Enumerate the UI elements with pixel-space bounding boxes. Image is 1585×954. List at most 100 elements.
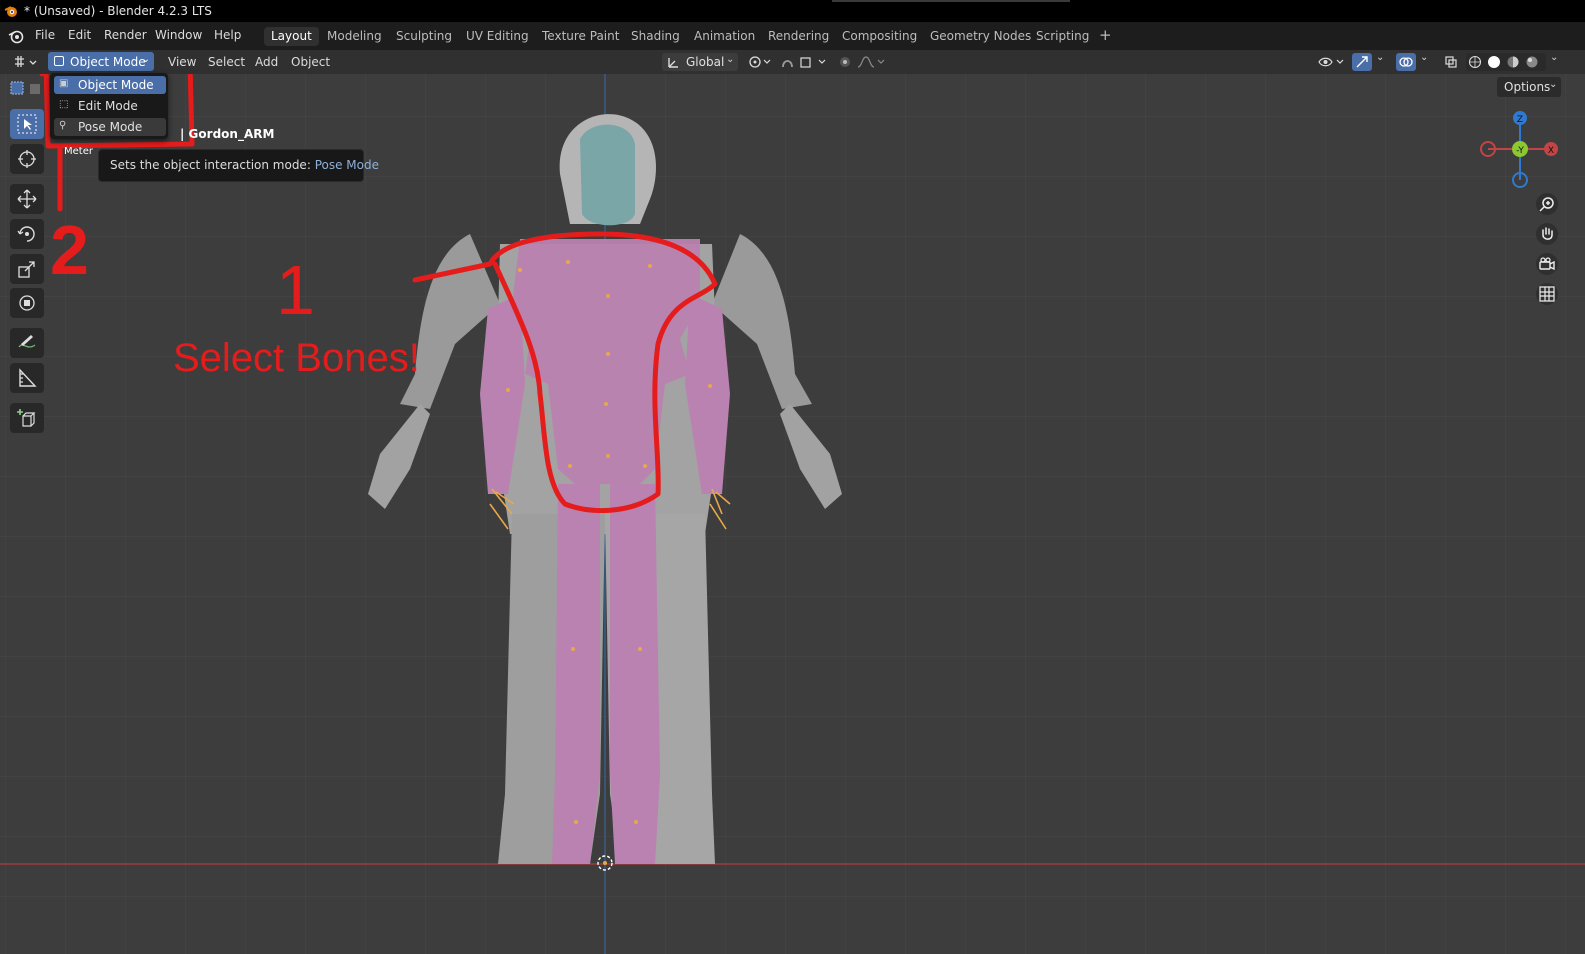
chevron-down-icon[interactable]: ⌄ [1550, 52, 1558, 63]
axis-x-label: X [1548, 146, 1554, 156]
options-button[interactable]: Options ⌄ [1497, 77, 1561, 97]
transform-tool[interactable] [10, 288, 44, 318]
add-cube-icon [17, 409, 36, 427]
annotation-select-bones: Select Bones! [173, 336, 420, 380]
tab-texture-paint[interactable]: Texture Paint [535, 27, 626, 46]
menu-file[interactable]: File [35, 28, 55, 42]
tab-shading[interactable]: Shading [624, 27, 687, 46]
editor-type-icon [15, 56, 37, 67]
dropdown-item-label: Edit Mode [78, 99, 138, 113]
annotate-icon [18, 335, 36, 348]
tab-geometry-nodes[interactable]: Geometry Nodes [923, 27, 1038, 46]
menu-help[interactable]: Help [214, 28, 241, 42]
object-mode-icon: ▣ [59, 78, 69, 89]
dropdown-item-object-mode[interactable]: ▣ Object Mode [54, 76, 166, 94]
measure-tool[interactable] [10, 363, 44, 393]
select-new-icon[interactable] [8, 78, 48, 98]
chevron-down-icon: ⌄ [141, 54, 150, 65]
annotation-number-two: 2 [50, 211, 89, 289]
menu-window[interactable]: Window [155, 28, 202, 42]
edit-mode-icon: ⬚ [59, 99, 69, 110]
scale-icon [18, 261, 35, 278]
dropdown-item-label: Object Mode [78, 78, 154, 92]
zoom-button[interactable] [1536, 193, 1558, 215]
dropdown-item-edit-mode[interactable]: ⬚ Edit Mode [54, 97, 166, 115]
menu-object[interactable]: Object [291, 55, 330, 69]
mode-selector-label: Object Mode [70, 55, 146, 69]
xray-toggle[interactable] [1442, 53, 1460, 71]
tab-modeling[interactable]: Modeling [320, 27, 389, 46]
measure-icon [19, 368, 37, 387]
tab-uv-editing[interactable]: UV Editing [459, 27, 536, 46]
menu-view[interactable]: View [168, 55, 196, 69]
select-mode-group [8, 78, 48, 98]
cursor-icon [18, 150, 36, 168]
move-tool[interactable] [10, 184, 44, 214]
snap-button[interactable] [778, 53, 830, 71]
active-object-label: | Gordon_ARM [180, 127, 275, 141]
mode-dropdown-menu: ▣ Object Mode ⬚ Edit Mode ⚲ Pose Mode [50, 73, 168, 139]
tab-sculpting[interactable]: Sculpting [389, 27, 459, 46]
transform-orientation-label: Global [686, 55, 725, 69]
shading-solid-icon[interactable] [1487, 55, 1501, 69]
proportional-edit-icon [840, 56, 885, 68]
shading-material-icon[interactable] [1506, 55, 1520, 69]
rotate-tool[interactable] [10, 219, 44, 249]
shading-rendered-icon[interactable] [1525, 55, 1539, 69]
gizmo-toggle[interactable] [1352, 53, 1372, 71]
tab-animation[interactable]: Animation [687, 27, 762, 46]
chevron-down-icon[interactable]: ⌄ [1420, 52, 1428, 63]
snap-icon [782, 57, 826, 68]
visibility-dropdown[interactable] [1316, 53, 1346, 71]
top-menu-bar: File Edit Render Window Help Layout Mode… [0, 22, 1585, 50]
units-label: Meter [64, 146, 93, 157]
title-bar: * (Unsaved) - Blender 4.2.3 LTS [0, 0, 1585, 22]
menu-render[interactable]: Render [104, 28, 147, 42]
chevron-down-icon[interactable]: ⌄ [1376, 52, 1384, 63]
overlay-icon [1399, 57, 1413, 67]
tab-rendering[interactable]: Rendering [761, 27, 836, 46]
scale-tool[interactable] [10, 254, 44, 284]
menu-add[interactable]: Add [255, 55, 278, 69]
select-box-icon [17, 114, 37, 134]
tooltip: Sets the object interaction mode: Pose M… [98, 149, 379, 182]
tab-layout[interactable]: Layout [264, 27, 319, 46]
add-cube-tool[interactable] [10, 403, 44, 433]
annotate-tool[interactable] [10, 328, 44, 358]
shading-wireframe-icon[interactable] [1468, 55, 1482, 69]
tab-compositing[interactable]: Compositing [835, 27, 924, 46]
move-icon [17, 189, 37, 209]
blender-logo-icon [4, 6, 17, 17]
transform-icon [19, 295, 35, 311]
chevron-down-icon: ⌄ [1549, 79, 1558, 90]
orientation-icon [668, 58, 678, 68]
visibility-icon [1318, 57, 1344, 67]
dropdown-item-pose-mode[interactable]: ⚲ Pose Mode [54, 118, 166, 136]
dropdown-item-label: Pose Mode [78, 120, 143, 134]
pose-mode-icon: ⚲ [59, 120, 67, 131]
pan-button[interactable] [1536, 223, 1558, 245]
tab-scripting[interactable]: Scripting [1029, 27, 1096, 46]
transform-orientation-dropdown[interactable]: Global ⌄ [662, 53, 738, 71]
mode-selector-button[interactable]: Object Mode ⌄ [48, 52, 154, 71]
camera-view-button[interactable] [1536, 253, 1558, 275]
grid-view-button[interactable] [1536, 283, 1558, 305]
overlay-toggle[interactable] [1396, 53, 1416, 71]
viewport-header: Object Mode ⌄ View Select Add Object Glo… [0, 50, 1585, 74]
navigation-gizmo[interactable]: Z X -Y [1474, 104, 1564, 194]
3d-viewport[interactable] [0, 74, 1585, 954]
menu-edit[interactable]: Edit [68, 28, 91, 42]
rotate-icon [17, 226, 35, 242]
add-workspace-button[interactable]: + [1099, 26, 1112, 44]
proportional-edit-button[interactable] [836, 53, 888, 71]
blender-menu-icon[interactable] [8, 28, 24, 44]
menu-select[interactable]: Select [208, 55, 245, 69]
cursor-tool[interactable] [10, 144, 44, 174]
zoom-icon [1539, 197, 1554, 212]
pivot-point-button[interactable] [746, 53, 774, 71]
xray-icon [1445, 56, 1457, 68]
select-box-tool[interactable] [10, 109, 44, 139]
shading-mode-group [1466, 53, 1546, 71]
editor-type-button[interactable] [10, 53, 40, 71]
gizmo-icon [1356, 56, 1368, 68]
